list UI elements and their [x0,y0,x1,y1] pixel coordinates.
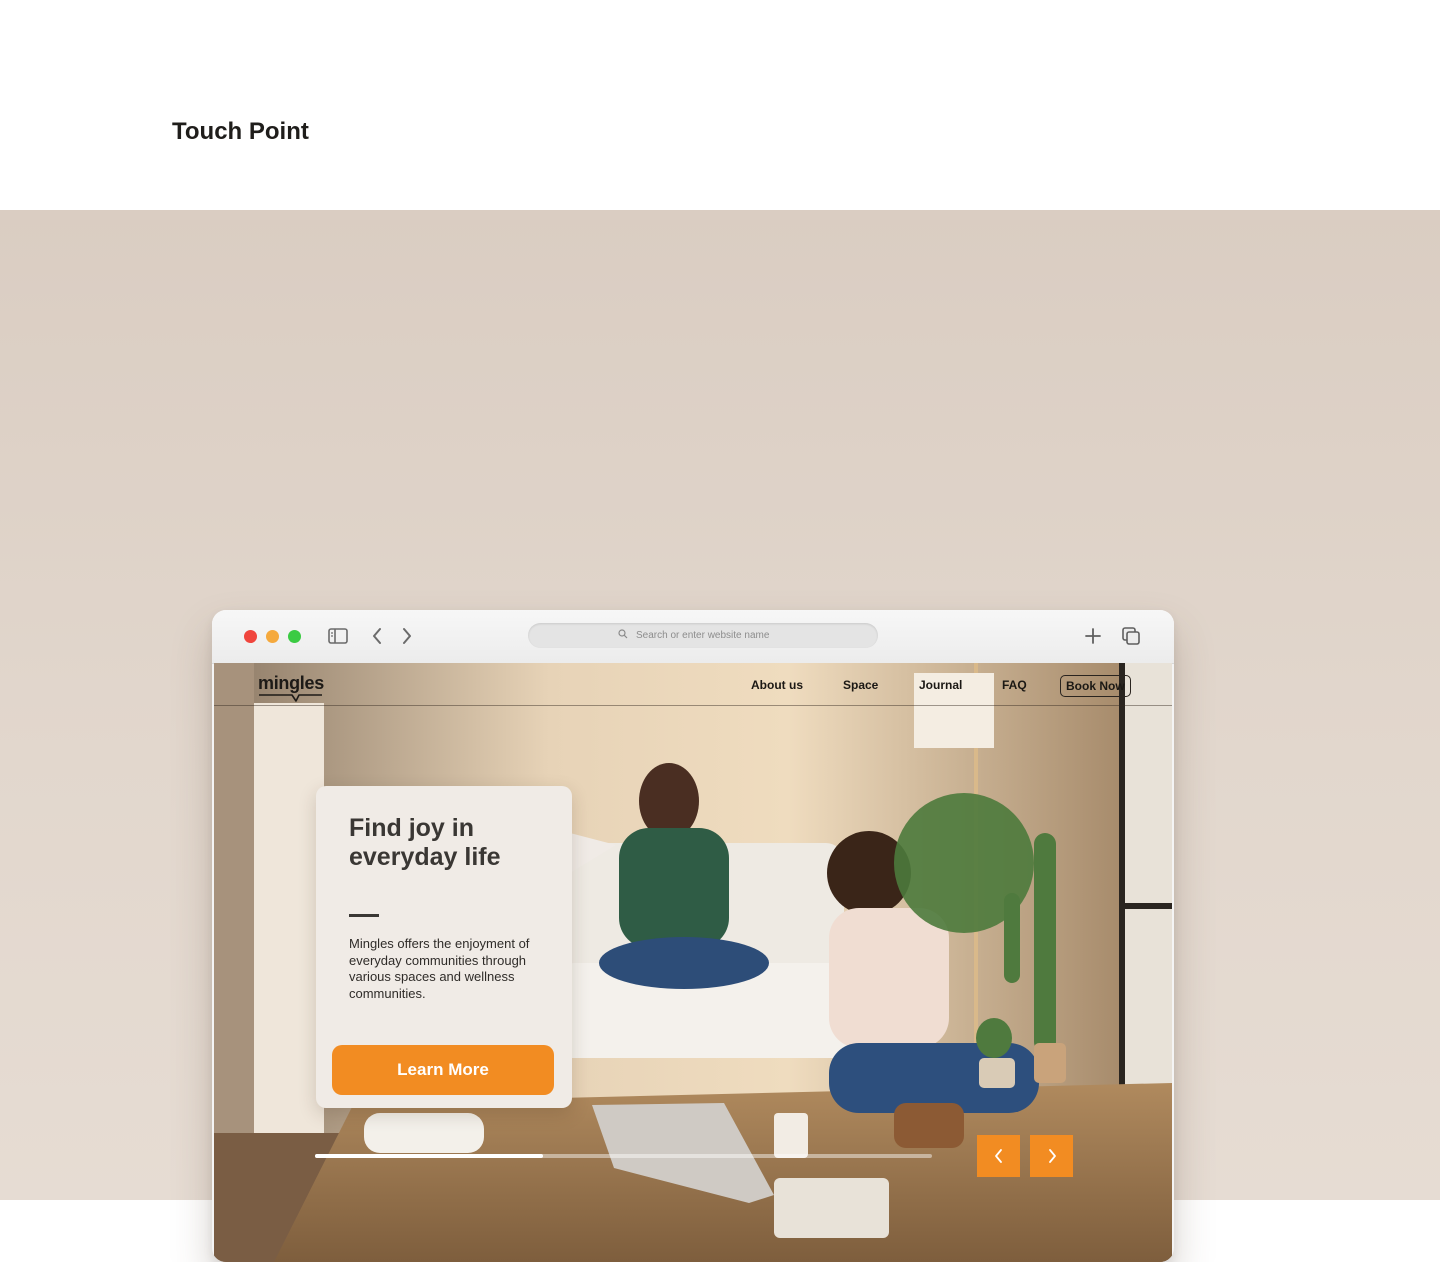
next-slide-button[interactable] [1030,1135,1073,1177]
mockup-backdrop: mingles About us Space Journal FAQ Book … [0,210,1440,1262]
chevron-right-icon [1048,1149,1056,1163]
nav-link-journal[interactable]: Journal [919,678,962,692]
hero-description: Mingles offers the enjoyment of everyday… [349,936,530,1001]
search-input[interactable] [634,629,788,642]
close-window-button[interactable] [244,630,257,643]
title-divider [349,914,379,917]
nav-link-faq[interactable]: FAQ [1002,678,1027,692]
chevron-left-icon [994,1149,1002,1163]
browser-window: mingles About us Space Journal FAQ Book … [212,610,1174,1262]
tabs-icon[interactable] [1120,625,1142,647]
book-now-button[interactable]: Book Now [1060,675,1131,697]
slide-progress-fill [315,1154,544,1158]
nav-link-about-us[interactable]: About us [751,678,803,692]
plus-icon[interactable] [1082,625,1104,647]
sidebar-icon[interactable] [327,625,349,647]
page-title: Touch Point [172,118,309,145]
minimize-window-button[interactable] [266,630,279,643]
previous-slide-button[interactable] [977,1135,1020,1177]
learn-more-button[interactable]: Learn More [332,1045,554,1095]
maximize-window-button[interactable] [288,630,301,643]
chevron-right-icon[interactable] [397,625,417,647]
chevron-left-icon[interactable] [367,625,387,647]
hero-card: Find joy in everyday life Mingles offers… [316,786,572,1108]
address-bar[interactable] [528,623,878,648]
mingles-logo[interactable]: mingles [258,673,324,694]
slide-progress-track [315,1154,932,1158]
website-viewport: mingles About us Space Journal FAQ Book … [214,663,1172,1262]
site-navbar: mingles About us Space Journal FAQ Book … [214,663,1172,706]
browser-toolbar [212,610,1174,664]
nav-link-space[interactable]: Space [843,678,878,692]
logo-swoosh-icon [259,694,322,702]
card-speech-tail [570,833,616,873]
search-icon [618,629,628,642]
hero-title: Find joy in everyday life [349,814,501,871]
